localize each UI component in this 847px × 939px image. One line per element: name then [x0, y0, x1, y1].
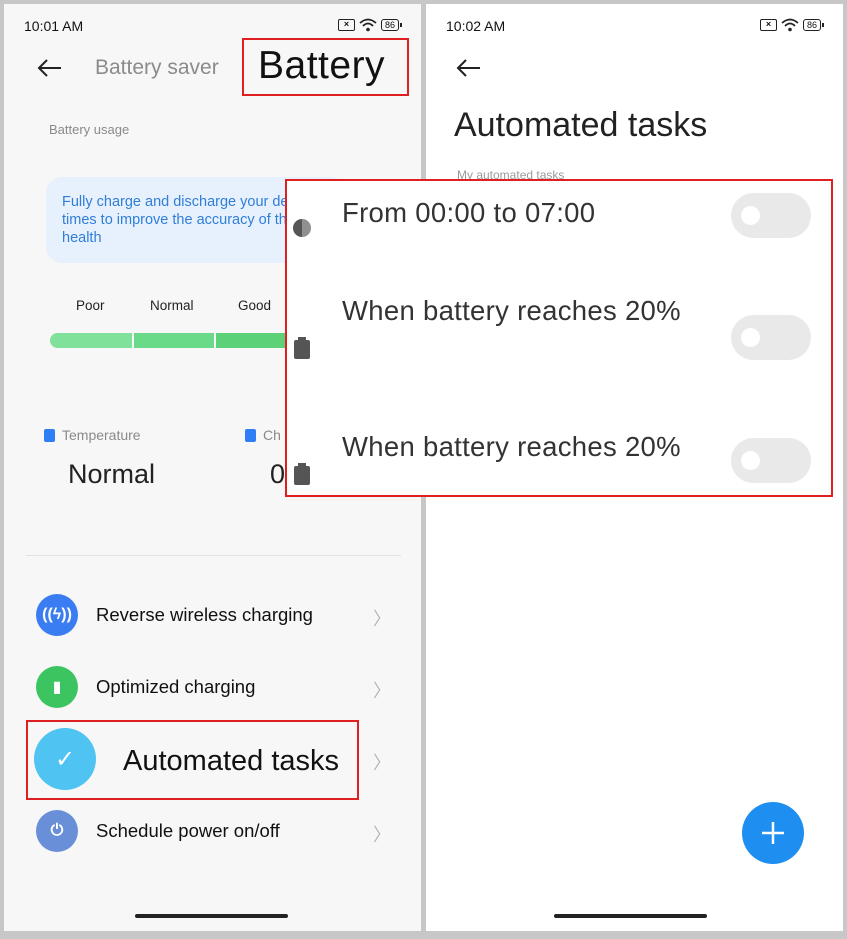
- divider: [26, 555, 401, 556]
- charge-label: Ch: [245, 427, 281, 443]
- menu-item-label: Reverse wireless charging: [96, 604, 313, 625]
- task-label: When battery reaches 20%: [342, 295, 681, 326]
- charge-value: 0: [270, 459, 286, 489]
- battery-status-icon: 86: [380, 19, 403, 31]
- chevron-right-icon: 〉: [373, 609, 391, 629]
- menu-item-optimized-charging[interactable]: ▮ Optimized charging 〉: [4, 657, 421, 717]
- plus-icon: [762, 822, 784, 844]
- health-bar-segment: [216, 333, 296, 348]
- back-button[interactable]: [36, 58, 62, 78]
- task-toggle[interactable]: [731, 193, 811, 238]
- status-time: 10:02 AM: [446, 18, 506, 34]
- power-icon: ⏻: [36, 810, 78, 852]
- task-toggle[interactable]: [731, 315, 811, 360]
- menu-item-label: Optimized charging: [96, 676, 256, 697]
- page-title: Automated tasks: [454, 106, 708, 144]
- task-row[interactable]: When battery reaches 20%: [287, 411, 831, 495]
- thermometer-icon: [44, 428, 55, 442]
- home-indicator[interactable]: [554, 914, 707, 918]
- clock-icon: [293, 219, 311, 237]
- status-time: 10:01 AM: [24, 18, 84, 34]
- temperature-label: Temperature: [44, 427, 141, 443]
- health-level-poor: Poor: [76, 298, 105, 313]
- menu-item-schedule-power[interactable]: ⏻ Schedule power on/off 〉: [4, 801, 421, 861]
- sim-off-icon: ×: [337, 19, 355, 31]
- task-label: From 00:00 to 07:00: [342, 197, 596, 228]
- battery-icon: [294, 463, 310, 485]
- add-task-button[interactable]: [742, 802, 804, 864]
- breadcrumb[interactable]: Battery saver: [95, 56, 219, 80]
- health-bar-segment: [50, 333, 132, 348]
- automated-tasks-highlight: [26, 720, 359, 800]
- arrow-left-icon: [456, 59, 480, 77]
- health-level-good: Good: [238, 298, 272, 313]
- battery-shield-icon: ▮: [36, 666, 78, 708]
- wireless-charging-icon: ((ϟ)): [36, 594, 78, 636]
- chevron-right-icon: 〉: [373, 753, 391, 773]
- task-list-zoom: From 00:00 to 07:00 When battery reaches…: [285, 179, 833, 497]
- home-indicator[interactable]: [135, 914, 288, 918]
- chevron-right-icon: 〉: [373, 825, 391, 845]
- temperature-value: Normal: [68, 459, 156, 489]
- wifi-icon: [781, 18, 799, 32]
- wifi-icon: [359, 18, 377, 32]
- menu-item-reverse-wireless-charging[interactable]: ((ϟ)) Reverse wireless charging 〉: [4, 585, 421, 645]
- plug-icon: [245, 428, 256, 442]
- task-row[interactable]: From 00:00 to 07:00: [287, 181, 831, 271]
- health-level-normal: Normal: [150, 298, 194, 313]
- health-bar-segment: [134, 333, 214, 348]
- battery-icon: [294, 337, 310, 359]
- status-bar: 10:01 AM × 86: [24, 18, 403, 38]
- task-label: When battery reaches 20%: [342, 431, 681, 462]
- back-button[interactable]: [455, 58, 481, 78]
- status-bar: 10:02 AM × 86: [446, 18, 825, 38]
- task-toggle[interactable]: [731, 438, 811, 483]
- task-row[interactable]: When battery reaches 20%: [287, 281, 831, 401]
- menu-item-label: Schedule power on/off: [96, 820, 280, 841]
- arrow-left-icon: [37, 59, 61, 77]
- battery-status-icon: 86: [802, 19, 825, 31]
- chevron-right-icon: 〉: [373, 681, 391, 701]
- title-highlight: [242, 38, 409, 96]
- status-icons: × 86: [759, 18, 825, 32]
- section-label: Battery usage: [49, 122, 130, 137]
- status-icons: × 86: [337, 18, 403, 32]
- sim-off-icon: ×: [759, 19, 777, 31]
